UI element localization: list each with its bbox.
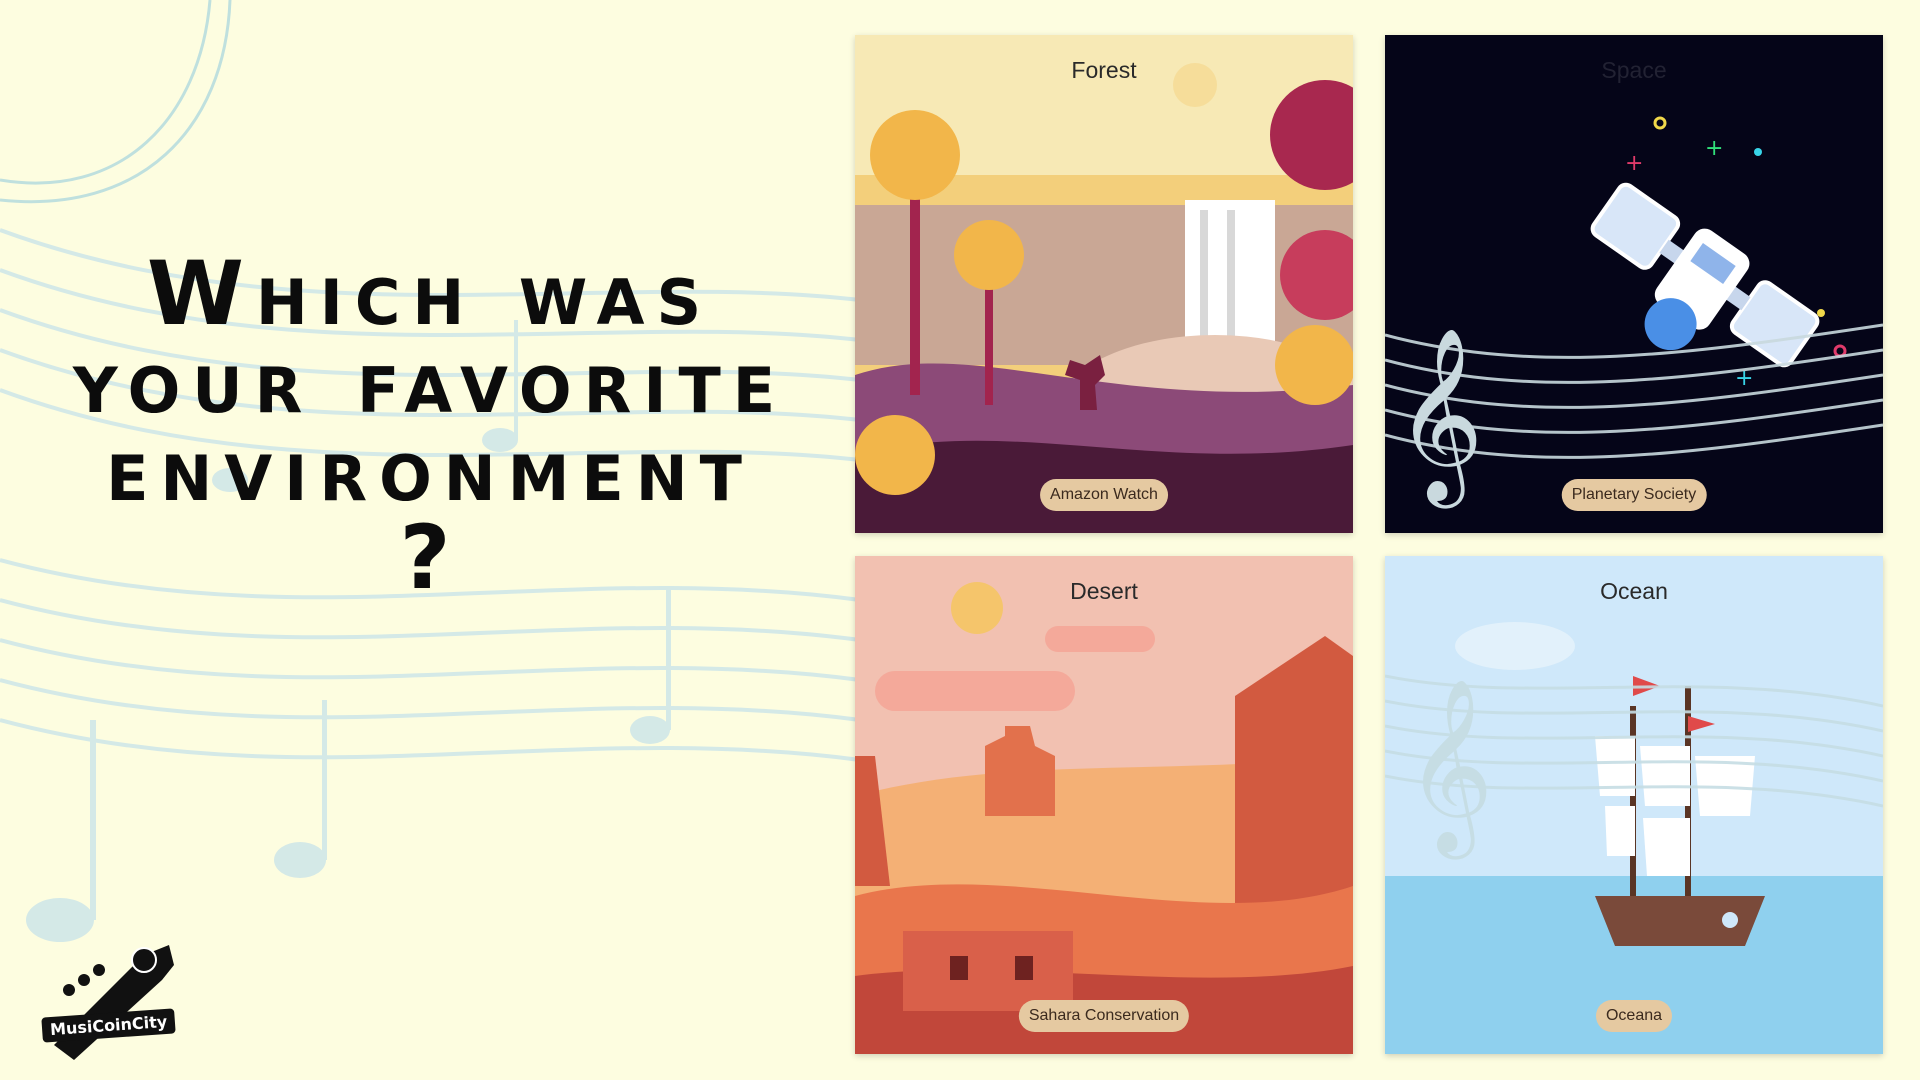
ocean-card[interactable]: 𝄞 Ocean Oceana	[1385, 556, 1883, 1054]
svg-text:+: +	[1625, 151, 1643, 176]
question-heading: Which was your favorite environment ?	[0, 250, 860, 602]
desert-illustration	[855, 556, 1353, 1054]
question-mark: ?	[399, 506, 461, 609]
question-line-1: Which was	[146, 242, 714, 345]
question-line-3: environment	[106, 418, 754, 521]
question-line-2: your favorite	[72, 330, 788, 433]
forest-card[interactable]: Forest Amazon Watch	[855, 35, 1353, 533]
svg-text:𝄞: 𝄞	[1405, 678, 1494, 860]
planetary-society-button[interactable]: Planetary Society	[1561, 479, 1707, 511]
ocean-title: Ocean	[1600, 578, 1668, 604]
svg-text:𝄞: 𝄞	[1395, 327, 1484, 509]
svg-text:+: +	[1705, 136, 1723, 161]
space-illustration: + + + 𝄞	[1385, 35, 1883, 533]
space-card[interactable]: + + + 𝄞 Space Planetary Society	[1385, 35, 1883, 533]
desert-title: Desert	[1070, 578, 1138, 604]
desert-card[interactable]: Desert Sahara Conservation	[855, 556, 1353, 1054]
sahara-conservation-button[interactable]: Sahara Conservation	[1018, 1000, 1190, 1032]
forest-illustration	[855, 35, 1353, 533]
forest-title: Forest	[1071, 57, 1137, 83]
oceana-button[interactable]: Oceana	[1595, 1000, 1673, 1032]
space-title: Space	[1601, 57, 1667, 83]
ocean-illustration: 𝄞	[1385, 556, 1883, 1054]
musicoincity-logo	[54, 945, 174, 1060]
amazon-watch-button[interactable]: Amazon Watch	[1040, 479, 1168, 511]
